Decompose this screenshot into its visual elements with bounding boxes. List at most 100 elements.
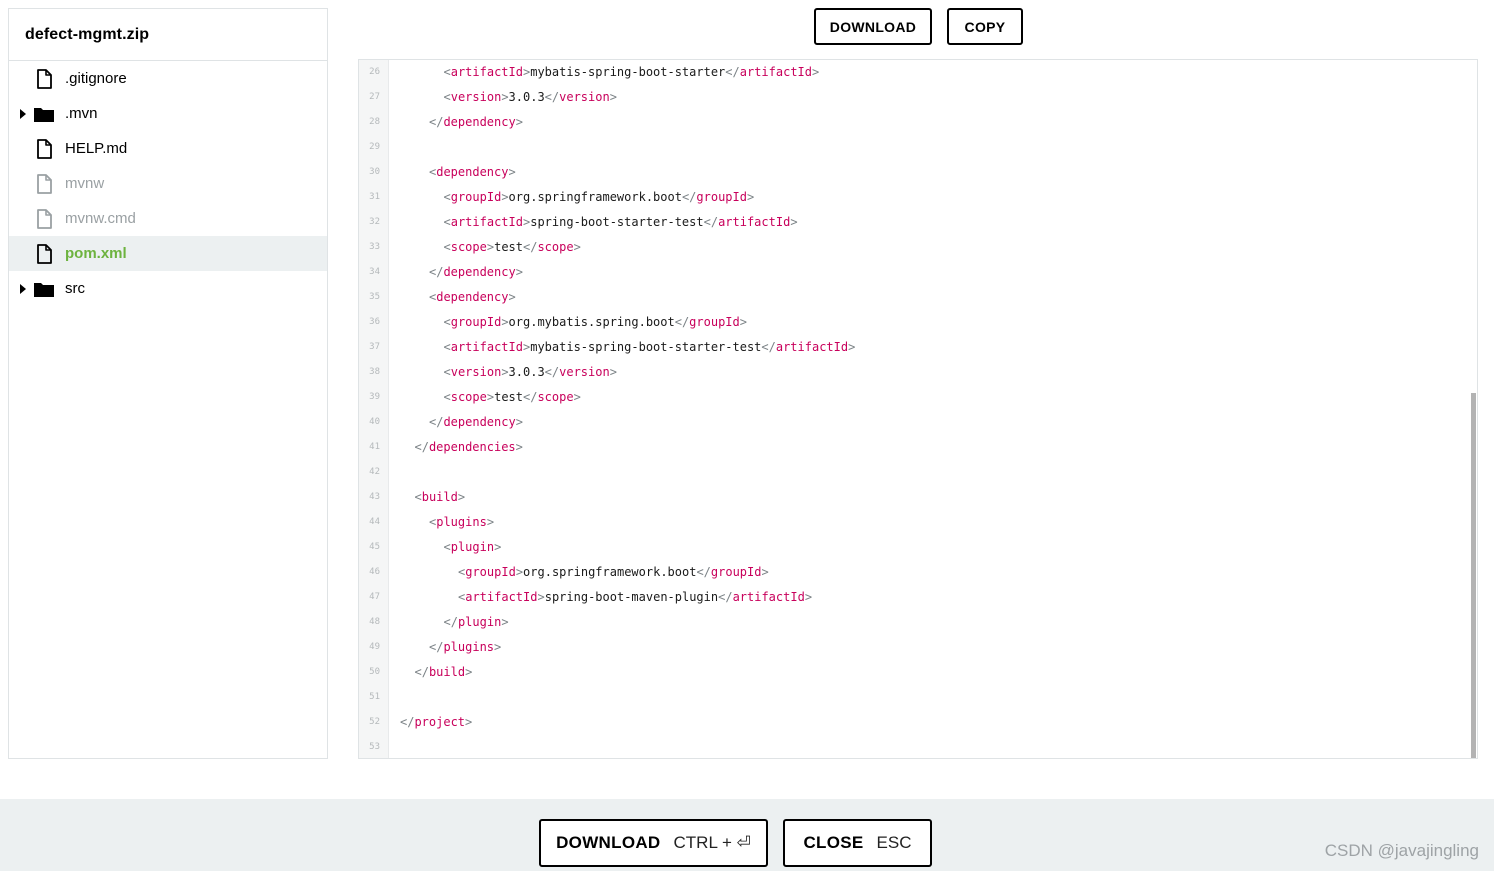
close-button[interactable]: CLOSE ESC xyxy=(783,819,932,867)
line-number: 29 xyxy=(369,142,380,152)
caret-right-icon[interactable] xyxy=(20,109,26,119)
footer-bar: DOWNLOAD CTRL + ⏎ CLOSE ESC xyxy=(0,799,1494,871)
xml-tag: build xyxy=(421,490,458,504)
copy-button[interactable]: COPY xyxy=(947,8,1023,45)
angle-bracket: > xyxy=(739,315,747,329)
angle-bracket: > xyxy=(804,590,813,604)
xml-value: 3.0.3 xyxy=(508,90,545,104)
code-line: 39 <scope>test</scope> xyxy=(359,385,1477,410)
code-line: 37 <artifactId>mybatis-spring-boot-starte… xyxy=(359,335,1477,360)
tree-item-src[interactable]: src xyxy=(9,271,327,306)
xml-tag: groupId xyxy=(710,565,762,579)
angle-bracket: < xyxy=(443,390,451,404)
code-line: 31 <groupId>org.springframework.boot</gro… xyxy=(359,185,1477,210)
file-icon xyxy=(33,174,55,194)
tree-item-gitignore[interactable]: .gitignore xyxy=(9,61,327,96)
angle-bracket: < xyxy=(443,240,451,254)
angle-bracket: < xyxy=(443,365,451,379)
xml-value: org.springframework.boot xyxy=(523,565,697,579)
xml-tag: plugins xyxy=(443,640,495,654)
xml-tag: scope xyxy=(537,240,574,254)
code-text: <artifactId>mybatis-spring-boot-starter<… xyxy=(444,60,820,85)
code-text: </build> xyxy=(415,660,473,685)
line-number: 39 xyxy=(369,392,380,402)
tree-item-label: .gitignore xyxy=(65,70,127,87)
tree-item-help-md[interactable]: HELP.md xyxy=(9,131,327,166)
angle-bracket: > xyxy=(465,715,473,729)
xml-tag: groupId xyxy=(450,190,502,204)
scrollbar-thumb[interactable] xyxy=(1471,393,1476,758)
file-icon xyxy=(33,139,55,159)
angle-bracket: </ xyxy=(443,615,458,629)
angle-bracket: > xyxy=(515,565,524,579)
angle-bracket: > xyxy=(537,590,545,604)
xml-tag: groupId xyxy=(450,315,502,329)
angle-bracket: </ xyxy=(681,190,697,204)
xml-tag: plugin xyxy=(450,540,495,554)
line-number: 32 xyxy=(369,217,380,227)
angle-bracket: > xyxy=(486,390,495,404)
file-icon xyxy=(33,244,55,264)
code-line: 40 </dependency> xyxy=(359,410,1477,435)
angle-bracket: > xyxy=(494,540,502,554)
line-number: 30 xyxy=(369,167,380,177)
angle-bracket: > xyxy=(573,240,581,254)
code-line: 44 <plugins> xyxy=(359,510,1477,535)
code-line: 47 <artifactId>spring-boot-maven-plugin</… xyxy=(359,585,1477,610)
code-text: </dependency> xyxy=(429,260,523,285)
xml-tag: artifactId xyxy=(732,590,805,604)
code-text: <scope>test</scope> xyxy=(444,235,581,260)
xml-value: org.mybatis.spring.boot xyxy=(508,315,675,329)
angle-bracket: </ xyxy=(703,215,719,229)
xml-tag: dependency xyxy=(443,265,516,279)
code-text: </dependency> xyxy=(429,110,523,135)
code-text: <version>3.0.3</version> xyxy=(444,360,617,385)
code-viewer[interactable]: 26 <artifactId>mybatis-spring-boot-starte… xyxy=(358,59,1478,759)
file-icon xyxy=(33,209,55,229)
angle-bracket: > xyxy=(501,90,509,104)
xml-tag: groupId xyxy=(689,315,740,329)
tree-item-label: mvnw xyxy=(65,175,105,192)
tree-item-label: src xyxy=(65,280,85,297)
tree-item-label: .mvn xyxy=(65,105,98,122)
xml-value: spring-boot-maven-plugin xyxy=(544,590,719,604)
angle-bracket: </ xyxy=(718,590,733,604)
code-line: 27 <version>3.0.3</version> xyxy=(359,85,1477,110)
xml-value: org.springframework.boot xyxy=(508,190,682,204)
angle-bracket: > xyxy=(515,115,523,129)
angle-bracket: > xyxy=(848,340,856,354)
close-label: CLOSE xyxy=(803,833,864,852)
xml-tag: dependency xyxy=(443,115,516,129)
tree-item-mvn[interactable]: .mvn xyxy=(9,96,327,131)
angle-bracket: </ xyxy=(544,90,560,104)
tree-item-mvnw-cmd[interactable]: mvnw.cmd xyxy=(9,201,327,236)
angle-bracket: </ xyxy=(523,240,538,254)
tree-item-label: mvnw.cmd xyxy=(65,210,136,227)
tree-item-pom-xml[interactable]: pom.xml xyxy=(9,236,327,271)
angle-bracket: > xyxy=(812,65,820,79)
xml-tag: artifactId xyxy=(450,65,523,79)
xml-tag: build xyxy=(428,665,466,679)
line-number: 53 xyxy=(369,742,380,752)
code-text: </plugins> xyxy=(429,635,501,660)
watermark: CSDN @javajingling xyxy=(1324,841,1479,860)
scrollbar[interactable] xyxy=(1470,60,1477,758)
xml-value: spring-boot-starter-test xyxy=(530,215,704,229)
download-zip-button[interactable]: DOWNLOAD CTRL + ⏎ xyxy=(539,819,768,867)
angle-bracket: > xyxy=(501,615,509,629)
archive-title: defect-mgmt.zip xyxy=(9,9,327,61)
angle-bracket: > xyxy=(486,240,495,254)
angle-bracket: </ xyxy=(696,565,711,579)
line-number: 35 xyxy=(369,292,380,302)
download-file-button[interactable]: DOWNLOAD xyxy=(814,8,932,45)
code-line: 50 </build> xyxy=(359,660,1477,685)
xml-tag: artifactId xyxy=(465,590,538,604)
code-line: 53 xyxy=(359,735,1477,758)
line-number: 44 xyxy=(369,517,380,527)
caret-right-icon[interactable] xyxy=(20,284,26,294)
line-number: 48 xyxy=(369,617,380,627)
angle-bracket: > xyxy=(508,290,516,304)
tree-item-mvnw[interactable]: mvnw xyxy=(9,166,327,201)
code-text: <artifactId>spring-boot-maven-plugin</ar… xyxy=(458,585,812,610)
code-text: <plugins> xyxy=(429,510,494,535)
